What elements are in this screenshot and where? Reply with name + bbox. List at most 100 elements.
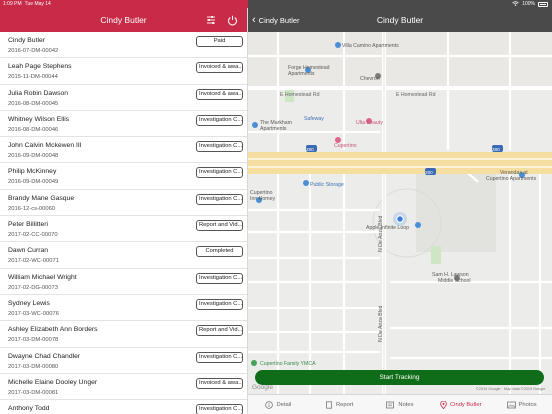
- case-row[interactable]: Dawn Curran 2017-02-WC-00071 Completed: [0, 242, 247, 269]
- case-status-badge[interactable]: Investigation C...: [196, 298, 243, 310]
- case-id: 2015-11-DM-00044: [8, 74, 58, 81]
- case-status-badge[interactable]: Investigation C...: [196, 141, 243, 153]
- case-id: 2017-02-CC-00070: [8, 232, 58, 239]
- case-row[interactable]: William Michael Wright 2017-02-DG-00073 …: [0, 269, 247, 295]
- info-icon: [265, 400, 274, 409]
- status-bar-right: 100%: [248, 0, 552, 8]
- case-row[interactable]: Ashley Elizabeth Ann Borders 2017-03-DM-…: [0, 321, 247, 348]
- map-label: Apartments: [260, 126, 287, 132]
- map-label: N De Anza Blvd: [378, 216, 384, 252]
- case-status-badge[interactable]: Report and Vid...: [196, 220, 243, 232]
- case-status-badge[interactable]: Completed: [196, 246, 243, 258]
- tab-location[interactable]: Cindy Butler: [430, 395, 491, 414]
- case-status-badge[interactable]: Invoiced & awa...: [196, 62, 243, 74]
- power-icon[interactable]: [225, 13, 239, 27]
- photos-icon: [506, 401, 516, 408]
- case-row[interactable]: Dwayne Chad Chandler 2017-03-DM-00080 In…: [0, 348, 247, 374]
- map-label: Ulta Beauty: [356, 120, 383, 126]
- map-label: N De Anza Blvd: [378, 306, 384, 342]
- map-label: Cupertino: [334, 143, 357, 149]
- notes-icon: [386, 401, 395, 408]
- case-id: 2017-03-DM-00078: [8, 337, 59, 344]
- tab-label: Notes: [398, 401, 414, 408]
- case-id: 2017-03-DM-00081: [8, 389, 59, 396]
- tab-photos[interactable]: Photos: [491, 395, 552, 414]
- case-id: 2017-03-WC-00076: [8, 310, 59, 317]
- battery-percent: 100%: [522, 1, 535, 7]
- map-view[interactable]: Villa Camino Apartments Forge Homestead …: [248, 32, 552, 394]
- map-label: Safeway: [304, 116, 324, 122]
- case-status-badge[interactable]: Investigation C...: [196, 167, 243, 179]
- report-icon: [326, 400, 332, 409]
- tab-detail[interactable]: Detail: [248, 395, 309, 414]
- case-status-badge[interactable]: Investigation C...: [196, 193, 243, 205]
- map-label: Middle School: [438, 278, 471, 284]
- status-bar: 1:09 PM Tue May 14 100%: [0, 0, 552, 8]
- case-id: 2017-03-DM-00080: [8, 363, 59, 370]
- case-status-badge[interactable]: Investigation C...: [196, 351, 243, 363]
- case-list-panel: Cindy Butler Cindy Butler 2016-07-DM-000…: [0, 8, 248, 414]
- chevron-left-icon: ‹: [252, 14, 256, 26]
- case-status-badge[interactable]: Invoiced & awa...: [196, 88, 243, 100]
- case-row[interactable]: Brandy Mane Gasque 2016-12-cs-00060 Inve…: [0, 190, 247, 217]
- map-label: Villa Camino Apartments: [342, 43, 399, 49]
- case-row[interactable]: Whitney Wilson Ellis 2016-08-DM-00046 In…: [0, 111, 247, 138]
- case-id: 2017-02-WC-00071: [8, 258, 59, 265]
- back-button[interactable]: ‹ Cindy Butler: [252, 13, 300, 27]
- map-panel: ‹ Cindy Butler Cindy Butler Villa Camino…: [248, 8, 552, 414]
- case-id: 2016-08-DM-00046: [8, 126, 59, 133]
- case-row[interactable]: John Calvin Mckewen III 2016-09-DM-00048…: [0, 137, 247, 164]
- google-logo: Google: [252, 384, 273, 391]
- case-id: 2016-09-DM-00049: [8, 179, 59, 186]
- map-label: E Homestead Rd: [396, 92, 436, 98]
- case-id: 2017-02-DG-00073: [8, 284, 58, 291]
- case-status-badge[interactable]: Paid: [196, 36, 243, 47]
- tab-report[interactable]: Report: [309, 395, 370, 414]
- case-row[interactable]: Philip McKinney 2016-09-DM-00049 Investi…: [0, 163, 247, 190]
- interstate-shield: 280: [306, 147, 314, 152]
- map-label: Public Storage: [310, 182, 344, 188]
- map-label: Apartments: [288, 71, 315, 77]
- interstate-shield: 280: [492, 147, 500, 152]
- case-id: 2016-07-DM-00042: [8, 48, 59, 54]
- map-attribution: ©2019 Google · Map data ©2019 Google: [476, 387, 545, 391]
- case-list: Cindy Butler 2016-07-DM-00042 Paid Leah …: [0, 32, 247, 414]
- case-row[interactable]: Leah Page Stephens 2015-11-DM-00044 Invo…: [0, 58, 247, 85]
- case-status-badge[interactable]: Invoiced & awa...: [196, 377, 243, 389]
- location-pin-icon: [440, 400, 447, 409]
- status-bar-left: 1:09 PM Tue May 14: [0, 0, 248, 8]
- case-row[interactable]: Cindy Butler 2016-07-DM-00042 Paid: [0, 32, 247, 59]
- case-id: 2016-08-DM-00045: [8, 100, 59, 107]
- filter-icon[interactable]: [204, 13, 218, 27]
- interstate-shield: 280: [425, 170, 433, 175]
- tab-bar: Detail Report Notes Cindy Butler Photos: [248, 394, 552, 414]
- map-label: Apple Infinite Loop: [366, 225, 409, 231]
- map-label: Cupertino Family YMCA: [260, 361, 316, 367]
- back-button-label: Cindy Butler: [258, 15, 300, 25]
- case-row[interactable]: Michelle Elaine Dooley Unger 2017-03-DM-…: [0, 374, 247, 401]
- tab-label: Report: [335, 401, 354, 408]
- case-row[interactable]: Sydney Lewis 2017-03-WC-00076 Investigat…: [0, 295, 247, 322]
- right-header: ‹ Cindy Butler Cindy Butler: [248, 8, 552, 32]
- left-header: Cindy Butler: [0, 8, 247, 32]
- case-status-badge[interactable]: Investigation C...: [196, 404, 243, 414]
- case-row[interactable]: Anthony Todd Investigation C...: [0, 400, 247, 414]
- case-id: 2016-09-DM-00048: [8, 153, 59, 160]
- case-row[interactable]: Peter Billitteri 2017-02-CC-00070 Report…: [0, 216, 247, 243]
- map-label: Cupertino Apartments: [486, 176, 537, 182]
- tab-notes[interactable]: Notes: [370, 395, 431, 414]
- map-canvas[interactable]: Villa Camino Apartments Forge Homestead …: [248, 32, 552, 394]
- status-date: Tue May 14: [24, 1, 51, 7]
- case-status-badge[interactable]: Investigation C...: [196, 272, 243, 284]
- case-status-badge[interactable]: Investigation C...: [196, 114, 243, 126]
- wifi-icon: [512, 0, 519, 8]
- case-row[interactable]: Julia Robin Dawson 2016-08-DM-00045 Invo…: [0, 85, 247, 111]
- tab-label: Cindy Butler: [450, 401, 482, 408]
- right-header-title: Cindy Butler: [376, 15, 424, 25]
- tab-label: Photos: [518, 401, 537, 408]
- map-label: E Homestead Rd: [280, 92, 320, 98]
- battery-icon: [538, 1, 548, 7]
- left-header-title: Cindy Butler: [100, 15, 147, 25]
- case-status-badge[interactable]: Report and Vid...: [196, 325, 243, 337]
- start-tracking-button[interactable]: Start Tracking: [255, 370, 544, 385]
